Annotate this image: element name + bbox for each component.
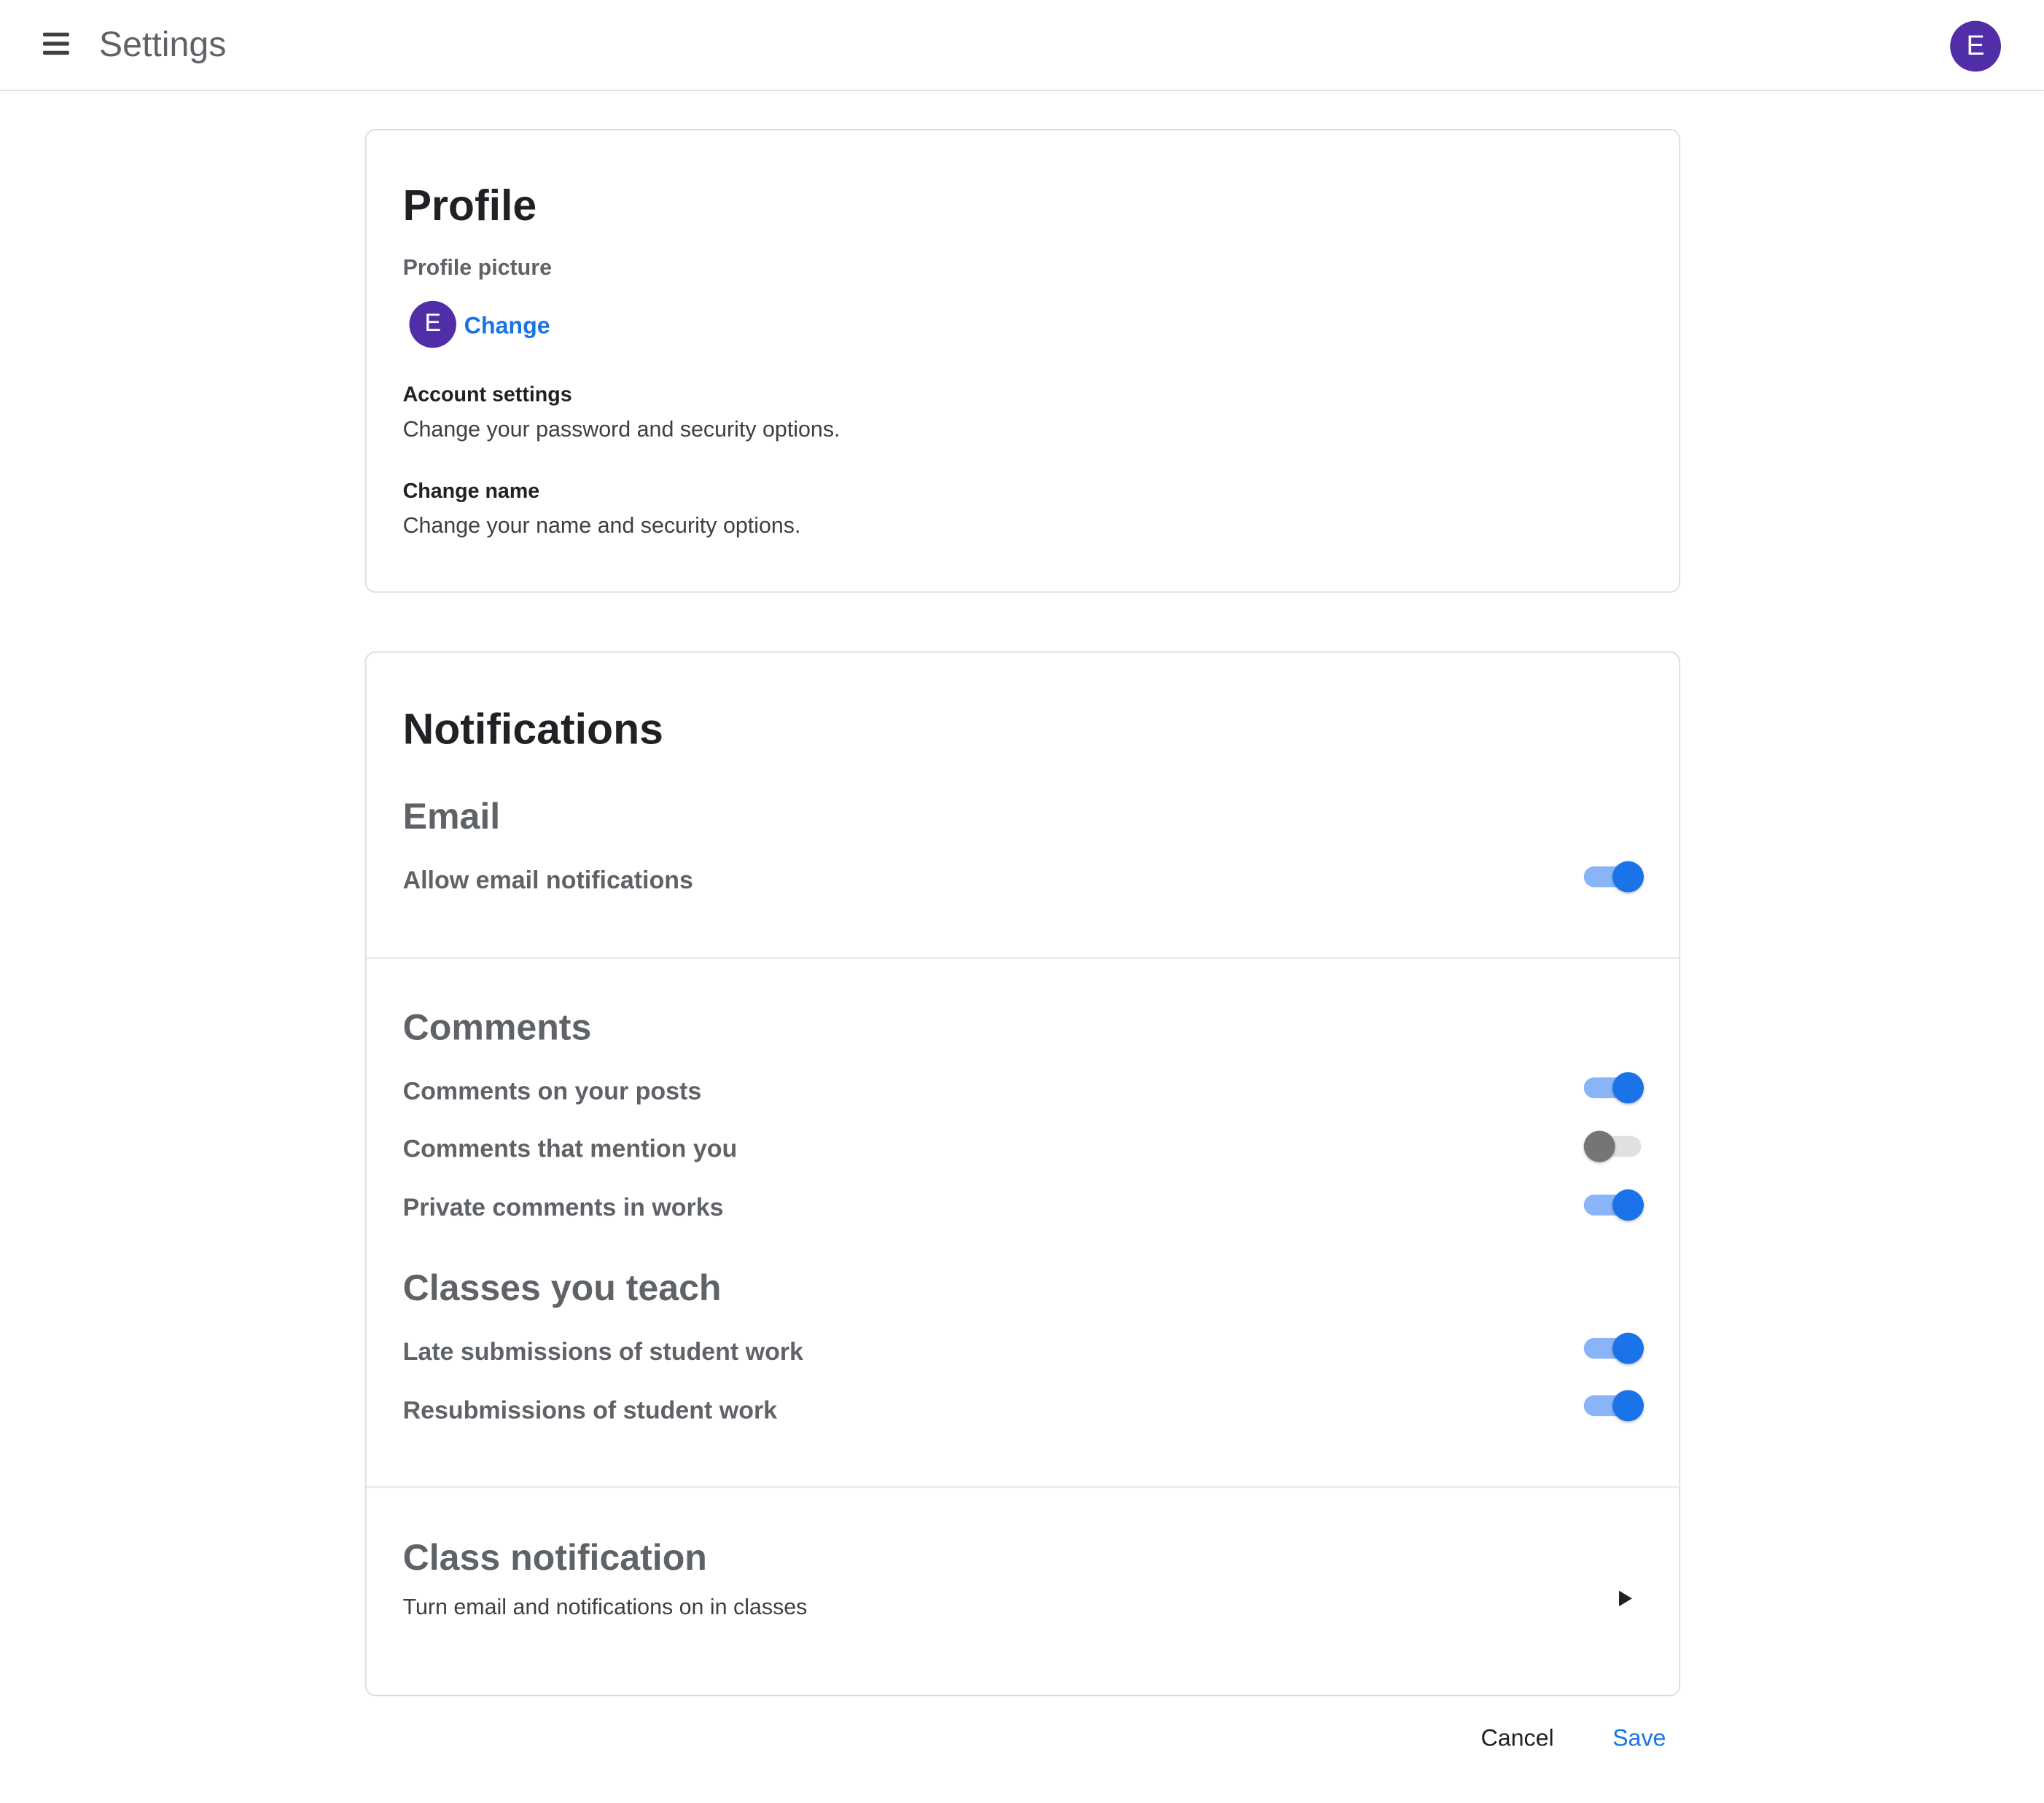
allow-email-notifications-label: Allow email notifications [402, 867, 693, 896]
profile-picture-label: Profile picture [402, 255, 552, 281]
profile-avatar: E [409, 300, 456, 348]
change-name-description: Change your name and security options. [402, 513, 801, 539]
save-button[interactable]: Save [1612, 1722, 1666, 1753]
cancel-button[interactable]: Cancel [1481, 1722, 1553, 1753]
settings-page: Settings E Profile Profile picture E Cha… [0, 0, 2044, 1803]
email-section-heading: Email [402, 796, 501, 837]
comments-section-heading: Comments [402, 1006, 592, 1048]
classes-section-heading: Classes you teach [402, 1267, 722, 1308]
class-notification-heading[interactable]: Class notification [403, 1536, 707, 1581]
toggle-thumb [1612, 1332, 1644, 1364]
comments-on-posts-toggle[interactable] [1583, 1072, 1644, 1104]
top-app-bar: Settings E [0, 0, 2044, 92]
change-name-title[interactable]: Change name [403, 478, 540, 507]
notifications-card: Notifications Email Allow email notifica… [364, 651, 1681, 1697]
account-settings-title[interactable]: Account settings [403, 382, 572, 410]
comments-mention-label: Comments that mention you [402, 1135, 738, 1164]
class-notification-description: Turn email and notifications on in class… [402, 1594, 808, 1619]
section-divider [366, 957, 1680, 959]
page-title: Settings [98, 24, 227, 64]
resubmissions-label: Resubmissions of student work [402, 1398, 778, 1425]
comments-mention-toggle[interactable] [1583, 1130, 1644, 1162]
toggle-thumb [1612, 1390, 1644, 1422]
profile-heading: Profile [402, 181, 537, 230]
section-divider [366, 1486, 1680, 1488]
resubmissions-toggle[interactable] [1583, 1390, 1644, 1422]
private-comments-toggle[interactable] [1583, 1189, 1644, 1221]
late-submissions-toggle[interactable] [1583, 1332, 1644, 1364]
private-comments-label: Private comments in works [402, 1194, 724, 1222]
account-avatar[interactable]: E [1950, 20, 2001, 72]
toggle-thumb [1612, 1189, 1644, 1221]
allow-email-notifications-toggle[interactable] [1583, 861, 1644, 893]
play-arrow-icon[interactable] [1619, 1590, 1632, 1607]
comments-on-posts-label: Comments on your posts [402, 1079, 702, 1106]
profile-card: Profile Profile picture E Change Account… [364, 128, 1681, 593]
toggle-thumb [1612, 861, 1644, 893]
toggle-thumb [1612, 1072, 1644, 1104]
notifications-heading: Notifications [402, 705, 663, 754]
late-submissions-label: Late submissions of student work [402, 1339, 803, 1367]
change-picture-link[interactable]: Change [464, 310, 550, 341]
toggle-thumb [1583, 1130, 1615, 1162]
account-settings-description: Change your password and security option… [402, 417, 840, 442]
menu-icon[interactable] [43, 32, 69, 55]
